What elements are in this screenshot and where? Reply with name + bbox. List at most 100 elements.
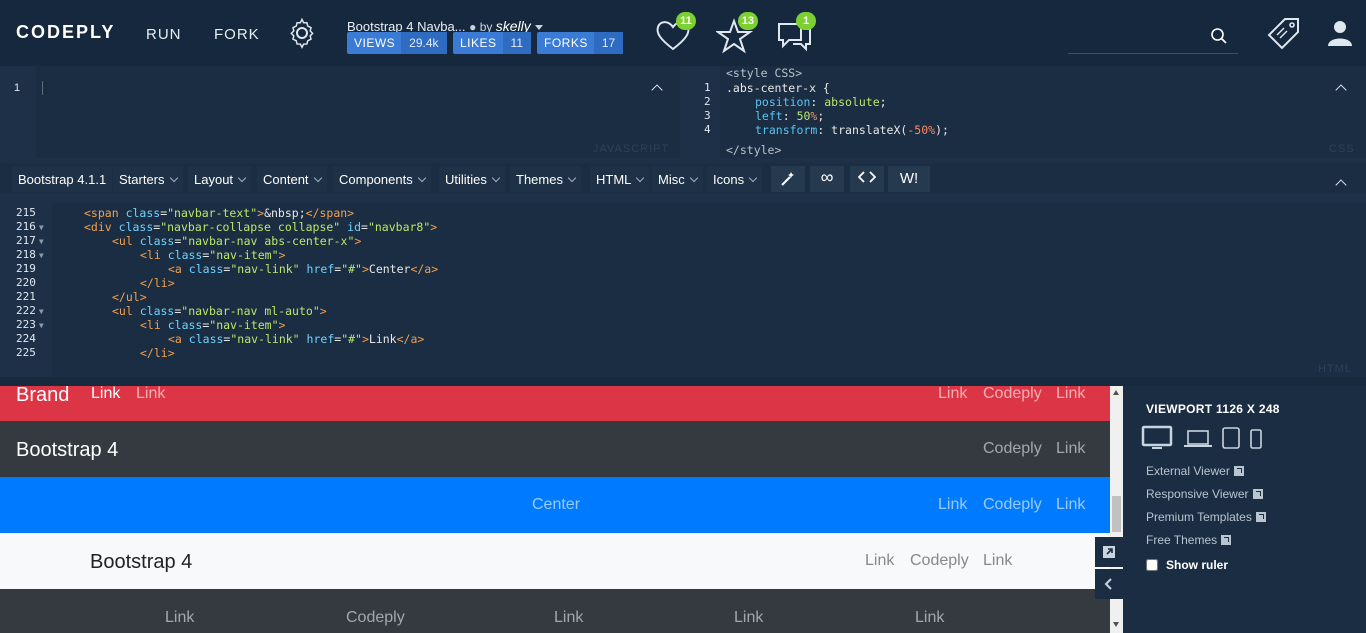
toolbar-themes[interactable]: Themes <box>510 166 581 192</box>
code-line: </li> <box>140 276 175 290</box>
responsive-viewer-link[interactable]: Responsive Viewer <box>1146 487 1263 501</box>
nav-link[interactable]: Link <box>1056 496 1085 514</box>
line-number: 4 <box>704 123 711 136</box>
css-line-2: position: absolute; <box>755 95 887 109</box>
laptop-icon[interactable] <box>1183 428 1213 450</box>
likes-label: LIKES <box>460 36 497 50</box>
user-icon[interactable] <box>1326 18 1354 46</box>
scroll-thumb[interactable] <box>1112 496 1121 532</box>
nav-link[interactable]: Codeply <box>346 609 405 627</box>
chevron-down-icon[interactable] <box>534 25 543 31</box>
nav-link[interactable]: Link <box>136 386 165 403</box>
code-line: <li class="nav-item"> <box>140 318 286 332</box>
css-prop: position <box>755 95 811 109</box>
html-editor[interactable]: 215 216 ▼ 217 ▼ 218 ▼ 219 220 221 222 ▼ 223 ▼… <box>0 203 1366 377</box>
tablet-icon[interactable] <box>1221 426 1241 450</box>
code-line: <a class="nav-link" href="#">Center</a> <box>168 262 439 276</box>
collapse-panel-button[interactable] <box>1095 569 1123 599</box>
open-external-button[interactable] <box>1095 537 1123 567</box>
external-link-icon <box>1255 512 1266 522</box>
toolbar-bootstrap-version[interactable]: Bootstrap 4.1.1 <box>12 166 113 192</box>
nav-link[interactable]: Link <box>554 609 583 627</box>
nav-link[interactable]: Codeply <box>910 552 969 570</box>
viewport-size: VIEWPORT 1126 X 248 <box>1146 402 1280 416</box>
run-button[interactable]: RUN <box>146 26 182 43</box>
nav-link[interactable]: Link <box>1056 386 1085 403</box>
show-ruler-toggle[interactable]: Show ruler <box>1146 558 1228 572</box>
nav-link-center[interactable]: Center <box>532 496 580 514</box>
nav-link[interactable]: Link <box>734 609 763 627</box>
navbar-brand[interactable]: Bootstrap 4 <box>16 439 118 462</box>
comments-button[interactable]: 1 <box>776 12 816 54</box>
css-editor[interactable]: <style CSS> 1 2 3 4 .abs-center-x { posi… <box>686 66 1366 158</box>
navbar-brand[interactable]: Brand <box>16 386 69 407</box>
toolbar-icons[interactable]: Icons <box>707 166 763 192</box>
like-button[interactable]: 11 <box>654 12 696 54</box>
navbar-blue: Center Link Codeply Link <box>0 477 1110 533</box>
nav-link[interactable]: Link <box>938 496 967 514</box>
line-number: 223 ▼ <box>16 318 44 331</box>
code-line: <ul class="navbar-nav ml-auto"> <box>112 304 327 318</box>
navbar-dark: Bootstrap 4 Codeply Link <box>0 421 1110 477</box>
toolbar-content[interactable]: Content <box>257 166 327 192</box>
premium-templates-link[interactable]: Premium Templates <box>1146 510 1266 524</box>
toolbar-utilities[interactable]: Utilities <box>439 166 505 192</box>
link-label: Responsive Viewer <box>1146 487 1249 501</box>
scroll-up-arrow[interactable] <box>1113 390 1119 395</box>
wi-button[interactable]: W! <box>888 166 930 192</box>
nav-link[interactable]: Link <box>938 386 967 403</box>
search-input[interactable] <box>1068 28 1198 50</box>
search-icon[interactable] <box>1210 27 1228 45</box>
external-link-icon <box>1221 535 1232 545</box>
scroll-down-arrow[interactable] <box>1113 622 1119 627</box>
line-number: 215 <box>16 206 36 219</box>
code-icon[interactable] <box>850 166 884 192</box>
nav-link[interactable]: Codeply <box>983 496 1042 514</box>
toolbar-misc[interactable]: Misc <box>652 166 703 192</box>
css-selector: .abs-center-x { <box>726 81 830 95</box>
nav-link[interactable]: Link <box>915 609 944 627</box>
navbar-brand[interactable]: Bootstrap 4 <box>90 551 192 574</box>
gear-icon[interactable] <box>286 17 318 49</box>
toolbar-html[interactable]: HTML <box>590 166 650 192</box>
views-stat[interactable]: VIEWS 29.4k <box>347 32 447 54</box>
chevron-up-icon[interactable] <box>650 82 666 94</box>
chevron-up-icon[interactable] <box>1334 82 1350 94</box>
nav-link[interactable]: Link <box>91 386 120 403</box>
likes-stat[interactable]: LIKES 11 <box>453 32 531 54</box>
show-ruler-checkbox[interactable] <box>1146 559 1158 571</box>
likes-badge: 11 <box>676 12 696 30</box>
nav-link[interactable]: Link <box>983 552 1012 570</box>
link-icon[interactable]: ∞ <box>810 166 844 192</box>
text-cursor <box>42 81 43 95</box>
css-prop: transform <box>755 123 818 137</box>
tag-icon[interactable] <box>1265 16 1303 52</box>
forks-label: FORKS <box>544 36 588 50</box>
forks-stat[interactable]: FORKS 17 <box>537 32 624 54</box>
line-number: 225 <box>16 346 36 359</box>
star-button[interactable]: 13 <box>716 12 758 54</box>
css-line-4: transform: translateX(-50%); <box>755 123 949 137</box>
phone-icon[interactable] <box>1249 428 1263 450</box>
fork-button[interactable]: FORK <box>214 26 260 43</box>
magic-wand-icon[interactable] <box>771 166 805 192</box>
javascript-editor[interactable]: 1 JAVASCRIPT <box>0 66 680 158</box>
nav-link[interactable]: Link <box>165 609 194 627</box>
toolbar-components[interactable]: Components <box>333 166 431 192</box>
free-themes-link[interactable]: Free Themes <box>1146 533 1232 547</box>
toolbar-starters[interactable]: Starters <box>113 166 183 192</box>
code-line: <a class="nav-link" href="#">Link</a> <box>168 332 425 346</box>
toolbar-layout[interactable]: Layout <box>188 166 252 192</box>
nav-link[interactable]: Link <box>1056 440 1085 458</box>
desktop-icon[interactable] <box>1141 424 1173 452</box>
nav-link[interactable]: Codeply <box>983 440 1042 458</box>
preview-iframe[interactable]: Brand Link Link Link Codeply Link Bootst… <box>0 386 1110 633</box>
external-viewer-link[interactable]: External Viewer <box>1146 464 1244 478</box>
codeply-logo[interactable]: CODEPLY <box>16 22 115 43</box>
link-label: Premium Templates <box>1146 510 1252 524</box>
nav-link[interactable]: Codeply <box>983 386 1042 403</box>
line-number: 220 <box>16 276 36 289</box>
pane-divider[interactable] <box>0 377 1366 386</box>
nav-link[interactable]: Link <box>865 552 894 570</box>
chevron-up-icon[interactable] <box>1334 177 1350 189</box>
